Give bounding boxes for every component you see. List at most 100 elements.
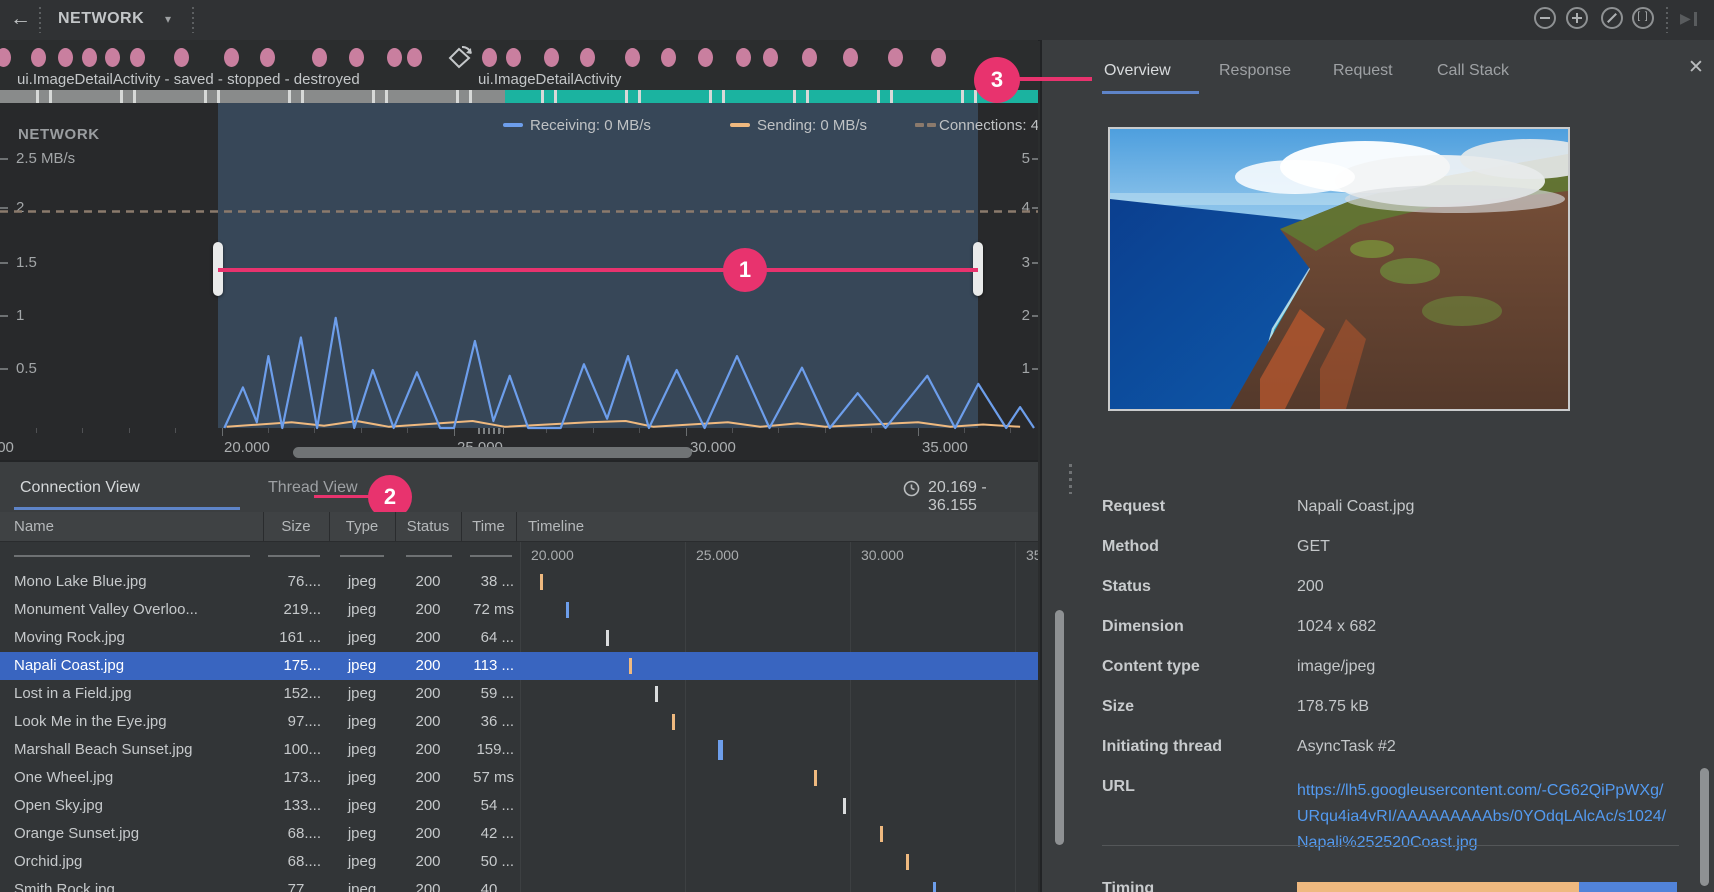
timeline-request-tick <box>813 770 817 786</box>
network-event-dot[interactable] <box>661 48 676 67</box>
cell-type: jpeg <box>347 881 377 892</box>
column-header-status[interactable]: Status <box>395 518 461 535</box>
network-event-dot[interactable] <box>763 48 778 67</box>
details-scrollbar-left[interactable] <box>1055 610 1064 845</box>
network-event-dot[interactable] <box>407 48 422 67</box>
callout-2-line <box>314 495 372 498</box>
cell-time: 64 ... <box>480 629 514 646</box>
column-header-name[interactable]: Name <box>0 518 277 535</box>
network-event-dot[interactable] <box>544 48 559 67</box>
table-row-Lost in a Field.jpg[interactable]: Lost in a Field.jpg 152... jpeg 200 59 ... <box>0 680 1038 708</box>
timeline-axis-label: 25.000 <box>696 547 739 563</box>
table-row-Napali Coast.jpg[interactable]: Napali Coast.jpg 175... jpeg 200 113 ... <box>0 652 1038 680</box>
table-row-Moving Rock.jpg[interactable]: Moving Rock.jpg 161 ... jpeg 200 64 ... <box>0 624 1038 652</box>
legend-connections: Connections: 4 <box>915 117 1038 135</box>
connections-table-body: 20.000 25.000 30.000 35.000 Mono Lake Blue.… <box>0 542 1038 892</box>
callout-1-line <box>218 268 978 272</box>
details-scrollbar-right[interactable] <box>1700 768 1709 886</box>
table-row-Smith Rock.jpg[interactable]: Smith Rock.jpg 77.... jpeg 200 40 ... <box>0 876 1038 892</box>
table-row-Look Me in the Eye.jpg[interactable]: Look Me in the Eye.jpg 97.... jpeg 200 36 ..… <box>0 708 1038 736</box>
cell-time: 38 ... <box>480 573 514 590</box>
timeline-request-tick <box>605 630 609 646</box>
network-event-dot[interactable] <box>58 48 73 67</box>
active-tab-underline <box>1102 91 1199 94</box>
zoom-in-button[interactable] <box>1566 7 1588 29</box>
cell-type: jpeg <box>347 573 377 590</box>
close-icon[interactable]: ✕ <box>1688 56 1704 79</box>
cell-name: Orchid.jpg <box>14 853 83 870</box>
connections-table-header[interactable]: Name Size Type Status Time Timeline <box>0 512 1038 542</box>
table-row-Marshall Beach Sunset.jpg[interactable]: Marshall Beach Sunset.jpg 100... jpeg 200 15… <box>0 736 1038 764</box>
column-header-size[interactable]: Size <box>263 518 329 535</box>
network-event-dot[interactable] <box>580 48 595 67</box>
activity-state-running-segment <box>505 90 1038 103</box>
network-event-dot[interactable] <box>105 48 120 67</box>
cell-time: 113 ... <box>473 657 514 674</box>
panel-splitter-handle[interactable] <box>1069 464 1072 494</box>
table-row-Monument Valley Overloo...[interactable]: Monument Valley Overloo... 219... jpeg 200 7… <box>0 596 1038 624</box>
connection-pane-tabbar: Connection View Thread View 20.169 - 36.1… <box>0 460 1038 514</box>
column-header-timeline[interactable]: Timeline <box>516 518 1050 535</box>
network-event-dot[interactable] <box>82 48 97 67</box>
detail-label-content-type: Content type <box>1102 658 1200 675</box>
network-event-dot[interactable] <box>625 48 640 67</box>
table-row-Orange Sunset.jpg[interactable]: Orange Sunset.jpg 68.... jpeg 200 42 ... <box>0 820 1038 848</box>
cell-name: Mono Lake Blue.jpg <box>14 573 147 590</box>
network-event-dot[interactable] <box>349 48 364 67</box>
network-event-dot[interactable] <box>174 48 189 67</box>
chart-horizontal-scrollbar[interactable] <box>293 447 692 458</box>
network-event-dot[interactable] <box>0 48 11 67</box>
tab-response[interactable]: Response <box>1219 62 1291 80</box>
network-event-dot[interactable] <box>312 48 327 67</box>
attach-to-live-icon[interactable]: ▶ <box>1680 10 1691 27</box>
cell-time: 59 ... <box>480 685 514 702</box>
zoom-to-selection-button[interactable]: [ ] <box>1632 7 1654 29</box>
chevron-down-icon[interactable]: ▾ <box>165 12 171 26</box>
table-row-Open Sky.jpg[interactable]: Open Sky.jpg 133... jpeg 200 54 ... <box>0 792 1038 820</box>
column-header-time[interactable]: Time <box>461 518 516 535</box>
cell-time: 42 ... <box>480 825 514 842</box>
network-event-dot[interactable] <box>802 48 817 67</box>
network-usage-chart[interactable]: NETWORK 2.5 MB/s21.510.55432115.00020.00… <box>0 103 1038 460</box>
profiler-title[interactable]: NETWORK <box>58 10 144 28</box>
column-header-type[interactable]: Type <box>329 518 395 535</box>
reset-zoom-button[interactable] <box>1601 7 1623 29</box>
cell-type: jpeg <box>347 601 377 618</box>
network-event-dot[interactable] <box>506 48 521 67</box>
network-event-dot[interactable] <box>387 48 402 67</box>
clock-icon <box>903 480 920 497</box>
network-event-dot[interactable] <box>130 48 145 67</box>
timeline-axis-label: 30.000 <box>861 547 904 563</box>
network-event-dot[interactable] <box>482 48 497 67</box>
network-event-dot[interactable] <box>736 48 751 67</box>
network-event-dot[interactable] <box>224 48 239 67</box>
cell-status: 200 <box>415 797 441 814</box>
tab-connection-view[interactable]: Connection View <box>20 479 140 497</box>
network-event-dot[interactable] <box>843 48 858 67</box>
cell-size: 76.... <box>287 573 321 590</box>
tab-overview[interactable]: Overview <box>1104 62 1171 80</box>
network-event-dot[interactable] <box>931 48 946 67</box>
activity-state-stopped-segment <box>0 90 505 103</box>
legend-sending: Sending: 0 MB/s <box>730 117 867 135</box>
table-row-Orchid.jpg[interactable]: Orchid.jpg 68.... jpeg 200 50 ... <box>0 848 1038 876</box>
detail-label-status: Status <box>1102 578 1151 595</box>
network-event-dot[interactable] <box>888 48 903 67</box>
tab-request[interactable]: Request <box>1333 62 1393 80</box>
zoom-out-button[interactable] <box>1534 7 1556 29</box>
timeline-request-tick <box>906 854 910 870</box>
column-separator <box>329 512 330 542</box>
table-row-One Wheel.jpg[interactable]: One Wheel.jpg 173... jpeg 200 57 ms <box>0 764 1038 792</box>
cell-name: Orange Sunset.jpg <box>14 825 140 842</box>
network-event-dot[interactable] <box>260 48 275 67</box>
pane-splitter-handle[interactable] <box>478 428 504 434</box>
network-event-dot[interactable] <box>31 48 46 67</box>
cell-size: 133... <box>283 797 321 814</box>
cell-status: 200 <box>415 881 441 892</box>
table-row-Mono Lake Blue.jpg[interactable]: Mono Lake Blue.jpg 76.... jpeg 200 38 ... <box>0 568 1038 596</box>
network-event-dot[interactable] <box>698 48 713 67</box>
cell-name: Marshall Beach Sunset.jpg <box>14 741 193 758</box>
tab-call-stack[interactable]: Call Stack <box>1437 62 1509 80</box>
back-arrow-icon[interactable]: ← <box>10 7 31 31</box>
connection-details-panel: Overview Response Request Call Stack ✕ R… <box>1040 40 1714 892</box>
